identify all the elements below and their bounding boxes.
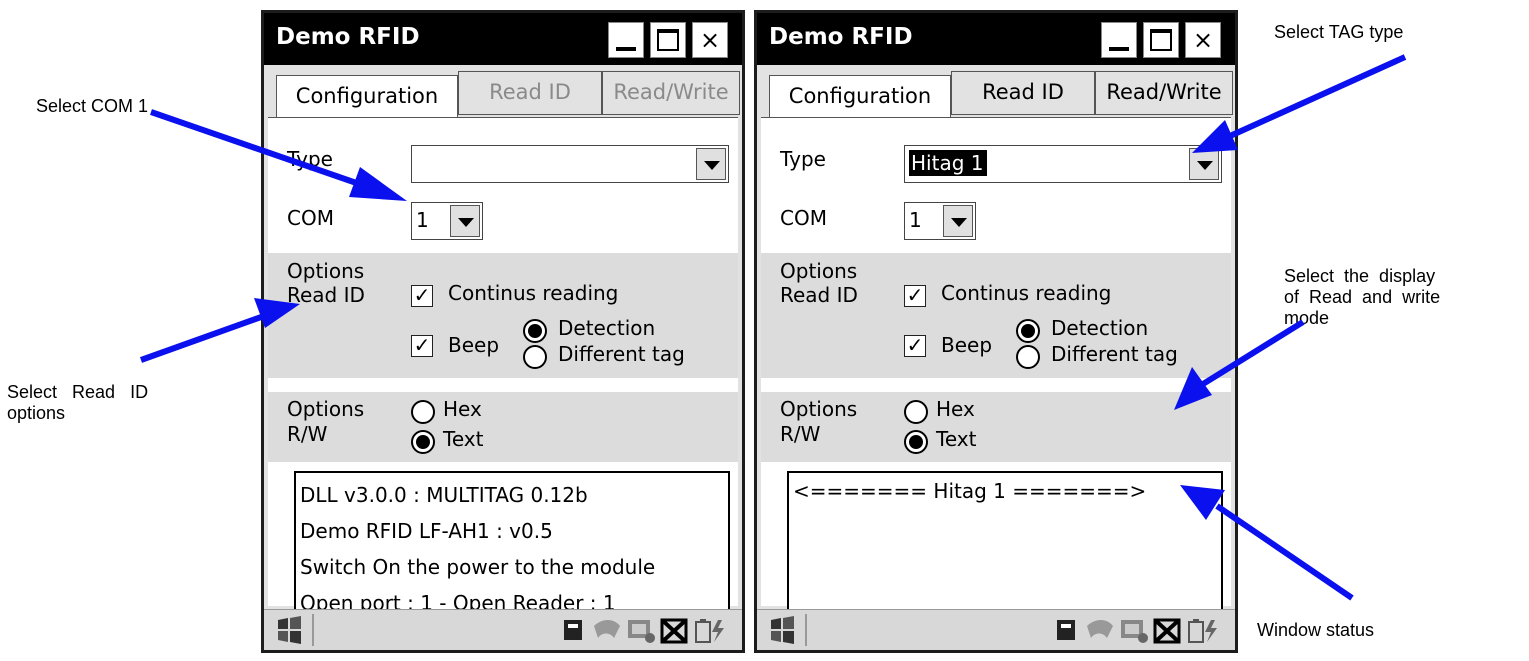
annotation-arrows bbox=[139, 54, 1407, 601]
arrow-select-com bbox=[150, 109, 407, 201]
arrow-display-mode bbox=[1174, 319, 1305, 410]
arrow-select-tag-type bbox=[1192, 54, 1407, 153]
arrow-window-status bbox=[1180, 485, 1354, 601]
arrow-read-id-options bbox=[139, 298, 300, 363]
